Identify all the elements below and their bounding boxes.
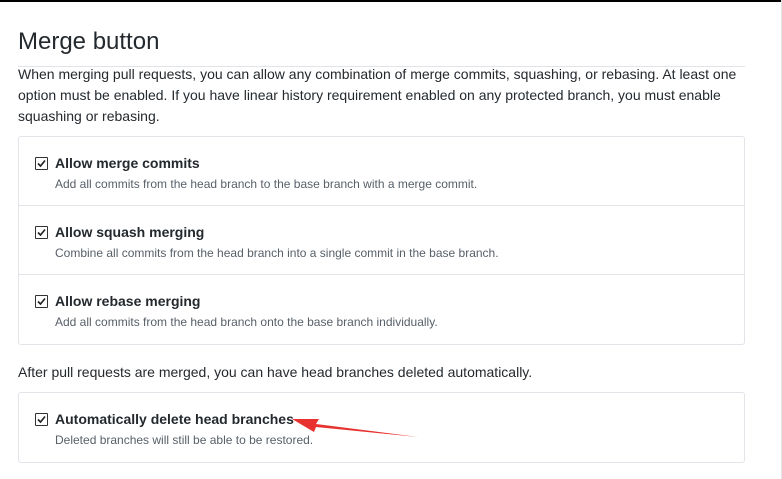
option-allow-rebase-merging: Allow rebase merging Add all commits fro… — [19, 275, 744, 343]
option-allow-merge-commits: Allow merge commits Add all commits from… — [19, 137, 744, 206]
check-icon — [37, 228, 46, 237]
merge-options-box: Allow merge commits Add all commits from… — [18, 136, 745, 345]
option-allow-squash-merging: Allow squash merging Combine all commits… — [19, 206, 744, 275]
allow-rebase-merging-note: Add all commits from the head branch ont… — [55, 315, 438, 329]
auto-delete-head-branches-label[interactable]: Automatically delete head branches — [55, 410, 294, 428]
allow-squash-merging-checkbox[interactable] — [35, 226, 48, 239]
top-edge-rule — [0, 0, 782, 2]
section-title: Merge button — [18, 24, 745, 67]
allow-merge-commits-label[interactable]: Allow merge commits — [55, 154, 200, 172]
allow-squash-merging-note: Combine all commits from the head branch… — [55, 246, 499, 260]
check-icon — [37, 297, 46, 306]
after-merge-text: After pull requests are merged, you can … — [18, 364, 533, 380]
check-icon — [37, 159, 46, 168]
allow-rebase-merging-checkbox[interactable] — [35, 295, 48, 308]
allow-merge-commits-note: Add all commits from the head branch to … — [55, 177, 478, 191]
check-icon — [37, 415, 46, 424]
allow-rebase-merging-label[interactable]: Allow rebase merging — [55, 292, 200, 310]
section-description: When merging pull requests, you can allo… — [18, 66, 737, 124]
allow-squash-merging-label[interactable]: Allow squash merging — [55, 223, 204, 241]
arrow-icon — [292, 419, 418, 437]
auto-delete-head-branches-checkbox[interactable] — [35, 413, 48, 426]
allow-merge-commits-checkbox[interactable] — [35, 157, 48, 170]
auto-delete-head-branches-note: Deleted branches will still be able to b… — [55, 433, 314, 447]
